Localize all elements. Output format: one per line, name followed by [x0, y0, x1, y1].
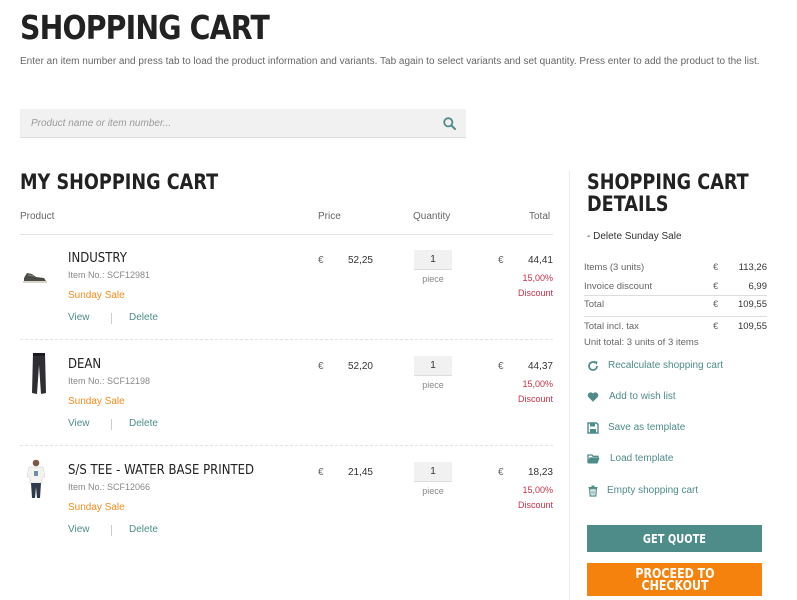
- action-label: Recalculate shopping cart: [608, 360, 724, 371]
- page-intro: Enter an item number and press tab to lo…: [20, 56, 760, 67]
- quantity-unit: piece: [422, 486, 444, 496]
- summary-divider: [584, 295, 767, 296]
- quantity-input[interactable]: [414, 250, 452, 270]
- action-label: Empty shopping cart: [607, 485, 699, 496]
- product-name[interactable]: S/S TEE - WATER BASE PRINTED: [68, 463, 254, 478]
- cart-title: MY SHOPPING CART: [20, 170, 219, 194]
- product-name[interactable]: DEAN: [68, 357, 101, 372]
- product-image-tshirt[interactable]: [26, 459, 46, 499]
- discount-label: Discount: [517, 288, 553, 298]
- product-name[interactable]: INDUSTRY: [68, 251, 127, 266]
- summary-currency: €: [713, 299, 719, 310]
- quantity-unit: piece: [422, 274, 444, 284]
- search-input[interactable]: [20, 109, 440, 138]
- summary-value: 113,26: [738, 262, 767, 273]
- summary-label: Items (3 units): [584, 262, 645, 273]
- link-divider: [111, 525, 112, 536]
- search-box: [20, 109, 466, 138]
- view-link[interactable]: View: [68, 418, 90, 429]
- column-divider: [569, 171, 570, 600]
- unit-price: 52,25: [347, 255, 373, 266]
- summary-row-total: Total € 109,55: [584, 299, 767, 315]
- unit-price: 21,45: [347, 467, 373, 478]
- folder-open-icon: [587, 454, 600, 464]
- summary-label: Total incl. tax: [584, 321, 639, 332]
- col-head-total: Total: [529, 211, 551, 222]
- quantity-unit: piece: [422, 380, 444, 390]
- promo-label: Sunday Sale: [68, 502, 125, 513]
- quantity-input[interactable]: [414, 356, 452, 376]
- summary-value: 109,55: [737, 299, 767, 310]
- floppy-icon: [587, 422, 599, 434]
- promo-label: Sunday Sale: [68, 396, 125, 407]
- product-item-number: Item No.: SCF12066: [68, 482, 151, 492]
- trash-icon: [588, 485, 598, 497]
- link-divider: [111, 419, 112, 430]
- row-divider: [20, 445, 553, 446]
- get-quote-button[interactable]: GET QUOTE: [587, 525, 762, 552]
- discount-percent: 15,00%: [522, 379, 553, 389]
- col-head-quantity: Quantity: [413, 211, 451, 222]
- view-link[interactable]: View: [68, 524, 90, 535]
- link-divider: [111, 313, 112, 324]
- checkout-label: PROCEED TO CHECKOUT: [634, 566, 715, 594]
- delete-sale-link[interactable]: - Delete Sunday Sale: [587, 231, 682, 242]
- product-image-pants[interactable]: [30, 353, 48, 395]
- details-title-line2: DETAILS: [587, 192, 669, 216]
- view-link[interactable]: View: [68, 312, 90, 323]
- line-total: 44,37: [527, 361, 553, 372]
- row-divider: [20, 339, 553, 340]
- summary-value: 109,55: [737, 321, 767, 332]
- page-title: SHOPPING CART: [20, 8, 270, 47]
- action-label: Load template: [610, 453, 674, 464]
- col-head-price: Price: [318, 211, 341, 222]
- details-title-line1: SHOPPING CART: [587, 170, 749, 194]
- cart-row: S/S TEE - WATER BASE PRINTED Item No.: S…: [20, 447, 553, 552]
- discount-percent: 15,00%: [522, 273, 553, 283]
- summary-value: 6,99: [748, 281, 768, 292]
- summary-currency: €: [713, 281, 719, 292]
- search-icon[interactable]: [443, 117, 456, 130]
- product-item-number: Item No.: SCF12198: [68, 376, 151, 386]
- unit-price: 52,20: [347, 361, 373, 372]
- discount-label: Discount: [517, 500, 553, 510]
- proceed-to-checkout-button[interactable]: PROCEED TO CHECKOUT: [587, 563, 762, 596]
- promo-label: Sunday Sale: [68, 290, 125, 301]
- action-label: Save as template: [608, 422, 686, 433]
- product-item-number: Item No.: SCF12981: [68, 270, 151, 280]
- summary-label: Total: [584, 299, 605, 310]
- line-total: 18,23: [527, 467, 553, 478]
- col-head-product: Product: [20, 211, 55, 222]
- product-image-shoe[interactable]: [22, 269, 48, 285]
- summary-currency: €: [713, 321, 719, 332]
- cart-row: INDUSTRY Item No.: SCF12981 Sunday Sale …: [20, 235, 553, 340]
- summary-row-items: Items (3 units) € 113,26: [584, 262, 767, 278]
- delete-link[interactable]: Delete: [129, 418, 158, 429]
- refresh-icon: [588, 361, 598, 371]
- line-total: 44,41: [527, 255, 553, 266]
- summary-divider: [584, 316, 767, 317]
- summary-currency: €: [713, 262, 719, 273]
- delete-link[interactable]: Delete: [129, 524, 158, 535]
- summary-row-total-incl-tax: Total incl. tax € 109,55: [584, 321, 767, 337]
- delete-link[interactable]: Delete: [129, 312, 158, 323]
- summary-label: Invoice discount: [584, 281, 653, 292]
- discount-label: Discount: [517, 394, 553, 404]
- heart-icon: [587, 392, 599, 402]
- cart-row: DEAN Item No.: SCF12198 Sunday Sale View…: [20, 341, 553, 446]
- discount-percent: 15,00%: [522, 485, 553, 495]
- action-label: Add to wish list: [609, 391, 676, 402]
- get-quote-label: GET QUOTE: [642, 531, 707, 546]
- quantity-input[interactable]: [414, 462, 452, 482]
- unit-total: Unit total: 3 units of 3 items: [584, 337, 699, 348]
